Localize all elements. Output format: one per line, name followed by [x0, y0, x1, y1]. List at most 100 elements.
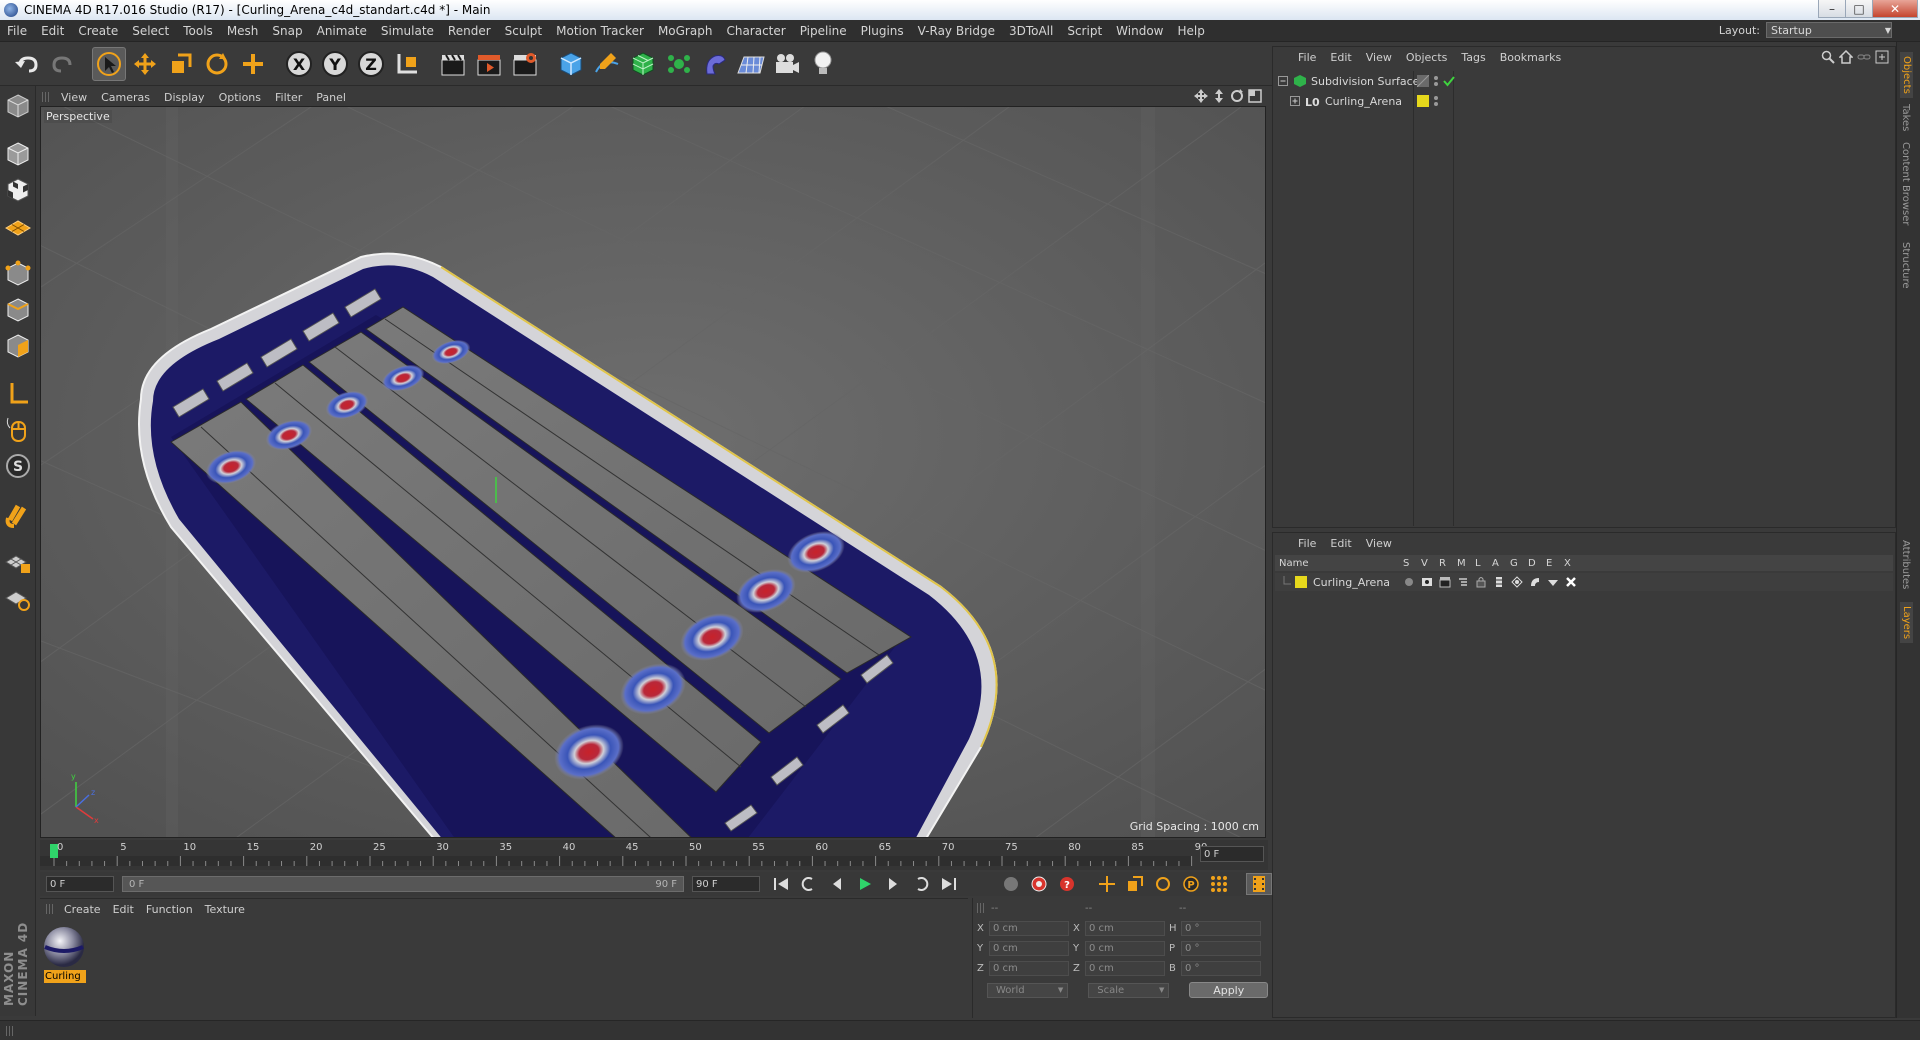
record-active-objects-button[interactable] [998, 873, 1024, 895]
viewport-menu-filter[interactable]: Filter [268, 91, 309, 104]
menu-simulate[interactable]: Simulate [374, 24, 441, 38]
rot-h-field[interactable]: 0 ° [1181, 920, 1261, 936]
render-view-button[interactable] [436, 47, 470, 81]
coordinate-system-toggle[interactable] [390, 47, 424, 81]
z-axis-toggle[interactable]: Z [354, 47, 388, 81]
minimize-button[interactable]: – [1818, 0, 1846, 18]
menu-motion-tracker[interactable]: Motion Tracker [549, 24, 651, 38]
menu-help[interactable]: Help [1170, 24, 1211, 38]
tweak-mode-button[interactable] [2, 414, 34, 446]
layer-col-animation[interactable]: A [1492, 558, 1499, 569]
viewport-menu-display[interactable]: Display [157, 91, 212, 104]
menu-select[interactable]: Select [125, 24, 176, 38]
layer-col-xref[interactable]: X [1564, 558, 1571, 569]
objects-menu-tags[interactable]: Tags [1454, 51, 1492, 64]
animation-film-icon[interactable] [1493, 576, 1505, 588]
floor-button[interactable] [734, 47, 768, 81]
close-button[interactable]: ✕ [1872, 0, 1918, 18]
visibility-dots-icon[interactable] [1433, 94, 1439, 108]
manager-list-icon[interactable] [1457, 576, 1469, 588]
pos-x-field[interactable]: 0 cm [989, 920, 1069, 936]
menu-plugins[interactable]: Plugins [854, 24, 911, 38]
layer-col-expressions[interactable]: E [1546, 558, 1552, 569]
menu-render[interactable]: Render [441, 24, 498, 38]
tab-takes[interactable]: Takes [1900, 104, 1911, 131]
layer-col-locked[interactable]: L [1475, 558, 1481, 569]
move-tool[interactable] [128, 47, 162, 81]
rotate-tool[interactable] [200, 47, 234, 81]
autokeying-button[interactable] [1026, 873, 1052, 895]
viewport-menu-panel[interactable]: Panel [309, 91, 353, 104]
end-frame-field[interactable]: 90 F [692, 876, 760, 892]
material-menu-edit[interactable]: Edit [107, 903, 140, 916]
go-to-next-frame-button[interactable] [880, 873, 906, 895]
layers-menu-edit[interactable]: Edit [1323, 537, 1358, 550]
go-to-next-key-button[interactable] [908, 873, 934, 895]
menu-script[interactable]: Script [1060, 24, 1109, 38]
pos-z-field[interactable]: 0 cm [989, 960, 1069, 976]
viewport-camera-label[interactable]: Perspective [44, 110, 112, 123]
tab-structure[interactable]: Structure [1900, 242, 1911, 289]
xref-icon[interactable] [1565, 576, 1577, 588]
menu-animate[interactable]: Animate [310, 24, 374, 38]
lock-icon[interactable] [1475, 576, 1487, 588]
rot-b-field[interactable]: 0 ° [1181, 960, 1261, 976]
redo-button[interactable] [46, 47, 80, 81]
menu-tools[interactable]: Tools [176, 24, 220, 38]
go-to-previous-frame-button[interactable] [824, 873, 850, 895]
objects-menu-edit[interactable]: Edit [1323, 51, 1358, 64]
camera-button[interactable] [770, 47, 804, 81]
point-level-key-toggle[interactable] [1206, 873, 1232, 895]
enabled-check-icon[interactable] [1443, 75, 1455, 87]
coordinate-space-dropdown[interactable]: World ▼ [987, 982, 1069, 998]
render-settings-button[interactable] [508, 47, 542, 81]
objects-menu-bookmarks[interactable]: Bookmarks [1493, 51, 1568, 64]
panel-grip-handle[interactable] [46, 904, 54, 914]
x-axis-toggle[interactable]: X [282, 47, 316, 81]
axis-mode-button[interactable] [2, 378, 34, 410]
viewport-menu-cameras[interactable]: Cameras [94, 91, 157, 104]
cloner-button[interactable] [662, 47, 696, 81]
panel-grip-handle[interactable] [977, 903, 985, 913]
deformer-button[interactable] [698, 47, 732, 81]
render-clapboard-icon[interactable] [1439, 576, 1451, 588]
workplane-mode-button[interactable] [2, 210, 34, 242]
menu-mograph[interactable]: MoGraph [651, 24, 720, 38]
objects-menu-view[interactable]: View [1359, 51, 1399, 64]
pos-y-field[interactable]: 0 cm [989, 940, 1069, 956]
planar-workplane-button[interactable] [2, 582, 34, 614]
keyframe-selection-button[interactable]: ? [1054, 873, 1080, 895]
layer-col-render[interactable]: R [1439, 558, 1446, 569]
light-button[interactable] [806, 47, 840, 81]
objects-menu-file[interactable]: File [1291, 51, 1323, 64]
menu-window[interactable]: Window [1109, 24, 1170, 38]
edges-mode-button[interactable] [2, 294, 34, 326]
search-icon[interactable] [1821, 50, 1835, 64]
layer-color-swatch[interactable] [1417, 75, 1429, 87]
layout-dropdown[interactable]: Startup ▼ [1766, 22, 1892, 38]
material-menu-create[interactable]: Create [58, 903, 107, 916]
viewport-menu-options[interactable]: Options [212, 91, 268, 104]
menu-character[interactable]: Character [719, 24, 792, 38]
zoom-view-icon[interactable] [1212, 89, 1226, 103]
position-key-toggle[interactable] [1094, 873, 1120, 895]
menu-file[interactable]: File [0, 24, 34, 38]
scale-key-toggle[interactable] [1122, 873, 1148, 895]
texture-mode-button[interactable] [2, 174, 34, 206]
go-to-previous-key-button[interactable] [796, 873, 822, 895]
scale-tool[interactable] [164, 47, 198, 81]
go-to-end-button[interactable] [936, 873, 962, 895]
timeline-window-button[interactable] [1246, 873, 1272, 895]
subdivision-surface-button[interactable] [626, 47, 660, 81]
layer-row-curling-arena[interactable]: Curling_Arena [1275, 573, 1893, 591]
current-frame-field[interactable]: 0 F [1200, 846, 1264, 862]
layer-col-generators[interactable]: G [1510, 558, 1518, 569]
tab-attributes[interactable]: Attributes [1900, 540, 1911, 589]
menu-edit[interactable]: Edit [34, 24, 71, 38]
spline-pen-button[interactable] [590, 47, 624, 81]
material-menu-texture[interactable]: Texture [199, 903, 251, 916]
size-z-field[interactable]: 0 cm [1085, 960, 1165, 976]
panel-grip-handle[interactable] [6, 1026, 14, 1036]
enable-snap-button[interactable] [2, 498, 34, 530]
3d-viewport[interactable]: y x z Perspective Grid Spacing : 1000 cm [40, 106, 1266, 838]
